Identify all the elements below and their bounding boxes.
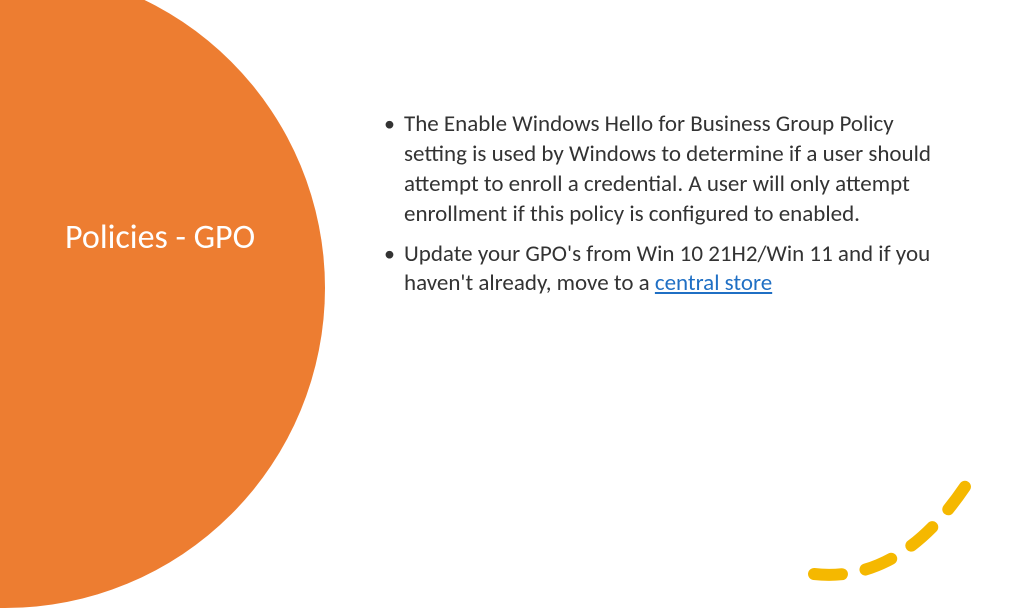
orange-circle-background [0,0,325,608]
slide-title: Policies - GPO [65,215,255,261]
bullet-item: Update your GPO's from Win 10 21H2/Win 1… [380,240,935,300]
bullet-item: The Enable Windows Hello for Business Gr… [380,110,935,230]
dashed-arc-decoration [774,406,994,586]
central-store-link[interactable]: central store [655,269,772,297]
body-content: The Enable Windows Hello for Business Gr… [380,110,935,309]
